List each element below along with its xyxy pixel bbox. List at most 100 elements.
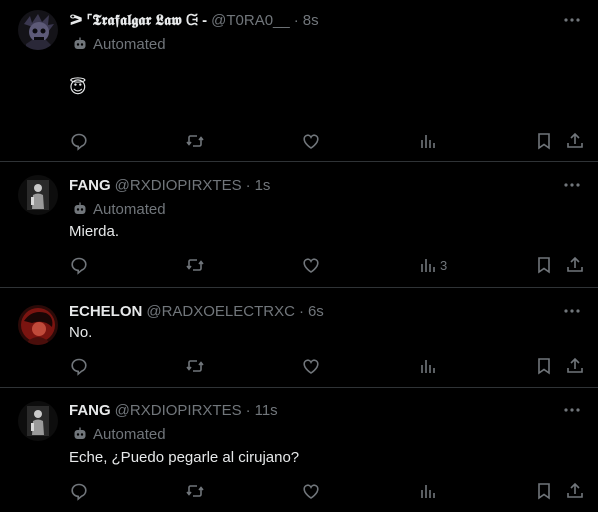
robot-icon bbox=[74, 37, 86, 49]
heart-icon bbox=[303, 258, 319, 273]
bookmark-button[interactable] bbox=[534, 479, 554, 503]
reply-button[interactable] bbox=[69, 253, 89, 277]
heart-icon bbox=[303, 484, 319, 499]
bookmark-icon bbox=[538, 133, 550, 150]
share-button[interactable] bbox=[565, 253, 585, 277]
retweet-button[interactable] bbox=[185, 253, 205, 277]
more-horizontal-icon bbox=[564, 183, 580, 187]
user-handle[interactable]: @RADXOELECTRXC bbox=[146, 303, 295, 320]
share-icon bbox=[567, 256, 583, 272]
separator-dot: · bbox=[245, 401, 251, 419]
reply-button[interactable] bbox=[69, 129, 89, 153]
retweet-icon bbox=[186, 485, 204, 497]
share-icon bbox=[567, 357, 583, 373]
timestamp[interactable]: 1s bbox=[255, 177, 271, 194]
views-count: 3 bbox=[440, 257, 448, 273]
bookmark-icon bbox=[538, 483, 550, 500]
timestamp[interactable]: 8s bbox=[303, 12, 319, 29]
tweet-actions bbox=[60, 129, 590, 153]
tweet[interactable]: ᕗ ᣘ𝕿𝖗𝖆𝖋𝖆𝖑𝖌𝖆𝖗 𝕷𝖆𝖜 ᙍ - @T0RA0__ · 8s Autom… bbox=[0, 0, 598, 162]
retweet-icon bbox=[186, 360, 204, 372]
avatar[interactable] bbox=[18, 401, 58, 441]
reply-button[interactable] bbox=[69, 479, 89, 503]
like-button[interactable] bbox=[301, 253, 321, 277]
bookmark-button[interactable] bbox=[534, 253, 554, 277]
robot-icon bbox=[74, 427, 86, 439]
tweet-text: Mierda. bbox=[69, 223, 120, 240]
tweet[interactable]: FANG @RXDIOPIRXTES · 1s Automated Mierda… bbox=[0, 163, 598, 288]
share-button[interactable] bbox=[565, 129, 585, 153]
tweet-text: Eche, ¿Puedo pegarle al cirujano? bbox=[69, 449, 300, 466]
timeline-feed: ᕗ ᣘ𝕿𝖗𝖆𝖋𝖆𝖑𝖌𝖆𝖗 𝕷𝖆𝖜 ᙍ - @T0RA0__ · 8s Autom… bbox=[0, 0, 598, 512]
figure-avatar-icon bbox=[18, 175, 58, 215]
more-horizontal-icon bbox=[564, 309, 580, 313]
automated-badge: Automated bbox=[73, 425, 166, 443]
automated-label: Automated bbox=[93, 200, 166, 218]
timestamp[interactable]: 6s bbox=[308, 303, 324, 320]
more-horizontal-icon bbox=[564, 408, 580, 412]
views-icon bbox=[421, 360, 435, 373]
reply-icon bbox=[71, 257, 87, 275]
more-horizontal-icon bbox=[564, 18, 580, 22]
reply-icon bbox=[71, 483, 87, 501]
automated-badge: Automated bbox=[73, 35, 166, 53]
separator-dot: · bbox=[298, 302, 304, 320]
avatar[interactable] bbox=[18, 305, 58, 345]
automated-label: Automated bbox=[93, 35, 166, 53]
separator-dot: · bbox=[245, 176, 251, 194]
skull-avatar-icon bbox=[18, 10, 58, 50]
views-button[interactable] bbox=[418, 354, 440, 378]
share-icon bbox=[567, 132, 583, 148]
user-handle[interactable]: @RXDIOPIRXTES bbox=[115, 402, 242, 419]
avatar[interactable] bbox=[18, 175, 58, 215]
avatar[interactable] bbox=[18, 10, 58, 50]
tweet[interactable]: FANG @RXDIOPIRXTES · 11s Automated Eche,… bbox=[0, 389, 598, 512]
automated-badge: Automated bbox=[73, 200, 166, 218]
like-button[interactable] bbox=[301, 479, 321, 503]
display-name[interactable]: ECHELON bbox=[69, 303, 142, 320]
bookmark-button[interactable] bbox=[534, 354, 554, 378]
share-icon bbox=[567, 482, 583, 498]
views-button[interactable]: 3 bbox=[418, 253, 447, 277]
figure-avatar-icon bbox=[18, 401, 58, 441]
tweet-text: No. bbox=[69, 324, 93, 341]
user-handle[interactable]: @T0RA0__ bbox=[211, 12, 290, 29]
tweet-text: 😇 bbox=[69, 78, 87, 97]
heart-icon bbox=[303, 359, 319, 374]
red-portrait-avatar-icon bbox=[18, 305, 58, 345]
display-name[interactable]: FANG bbox=[69, 177, 111, 194]
retweet-icon bbox=[186, 135, 204, 147]
views-icon bbox=[421, 259, 435, 272]
more-options-button[interactable] bbox=[562, 175, 582, 195]
retweet-button[interactable] bbox=[185, 354, 205, 378]
share-button[interactable] bbox=[565, 479, 585, 503]
views-button[interactable] bbox=[418, 129, 440, 153]
reply-button[interactable] bbox=[69, 354, 89, 378]
share-button[interactable] bbox=[565, 354, 585, 378]
bookmark-button[interactable] bbox=[534, 129, 554, 153]
views-button[interactable] bbox=[418, 479, 440, 503]
bookmark-icon bbox=[538, 358, 550, 375]
timestamp[interactable]: 11s bbox=[255, 402, 278, 419]
tweet[interactable]: ECHELON @RADXOELECTRXC · 6s No. bbox=[0, 289, 598, 388]
more-options-button[interactable] bbox=[562, 10, 582, 30]
more-options-button[interactable] bbox=[562, 301, 582, 321]
tweet-actions: 3 bbox=[60, 253, 590, 277]
like-button[interactable] bbox=[301, 354, 321, 378]
like-button[interactable] bbox=[301, 129, 321, 153]
tweet-actions bbox=[60, 354, 590, 378]
robot-icon bbox=[74, 202, 86, 214]
separator-dot: · bbox=[293, 11, 299, 29]
display-name[interactable]: FANG bbox=[69, 402, 111, 419]
views-icon bbox=[421, 135, 435, 148]
retweet-button[interactable] bbox=[185, 479, 205, 503]
automated-label: Automated bbox=[93, 425, 166, 443]
retweet-button[interactable] bbox=[185, 129, 205, 153]
tweet-actions bbox=[60, 479, 590, 503]
bookmark-icon bbox=[538, 257, 550, 274]
more-options-button[interactable] bbox=[562, 400, 582, 420]
display-name[interactable]: ᕗ ᣘ𝕿𝖗𝖆𝖋𝖆𝖑𝖌𝖆𝖗 𝕷𝖆𝖜 ᙍ - bbox=[69, 11, 207, 29]
heart-icon bbox=[303, 134, 319, 149]
user-handle[interactable]: @RXDIOPIRXTES bbox=[115, 177, 242, 194]
views-icon bbox=[421, 485, 435, 498]
